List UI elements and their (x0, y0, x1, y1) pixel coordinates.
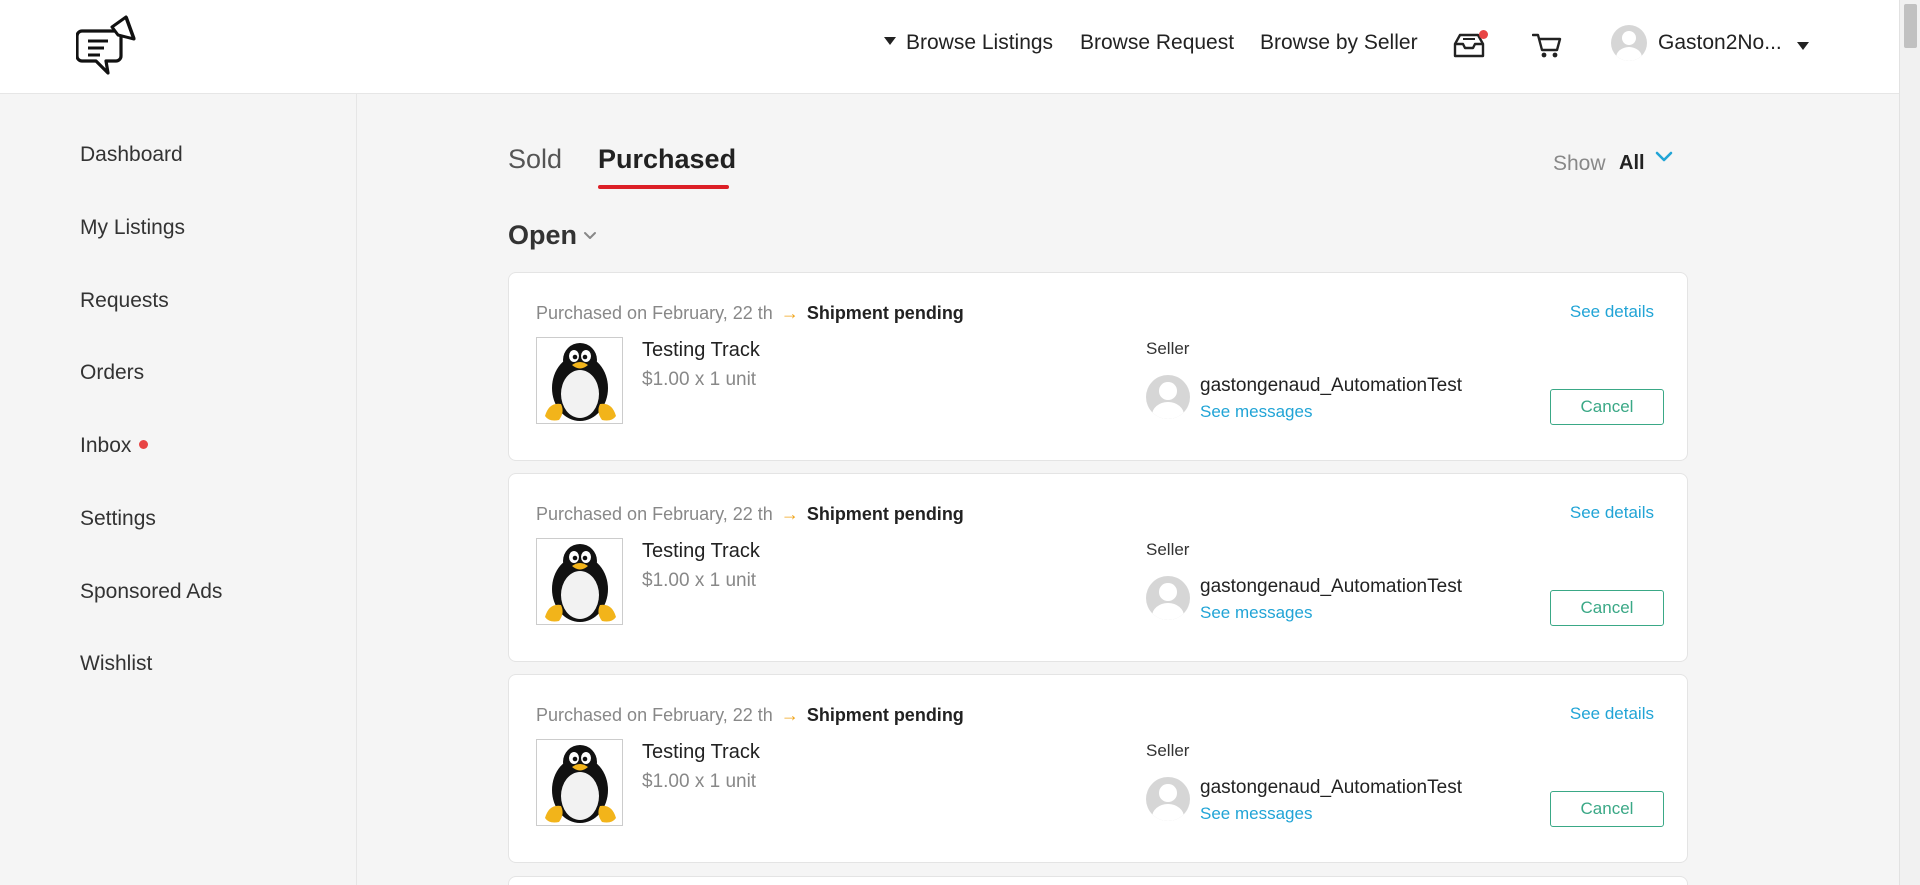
tab-sold[interactable]: Sold (508, 144, 562, 175)
sidebar-item-dashboard[interactable]: Dashboard (80, 143, 183, 167)
item-price: $1.00 x 1 unit (642, 369, 757, 390)
cancel-order-button[interactable]: Cancel (1550, 791, 1664, 827)
order-card-partial (508, 876, 1688, 885)
seller-avatar[interactable] (1146, 375, 1190, 419)
arrow-right-icon: → (780, 504, 799, 524)
seller-avatar[interactable] (1146, 576, 1190, 620)
sidebar: Dashboard My Listings Requests Orders In… (0, 94, 357, 885)
see-messages-link[interactable]: See messages (1200, 603, 1312, 623)
inbox-notification-dot (1479, 30, 1488, 39)
seller-name[interactable]: gastongenaud_AutomationTest (1200, 576, 1462, 598)
seller-label: Seller (1146, 540, 1190, 559)
sidebar-item-label: Inbox (80, 434, 132, 457)
caret-down-icon (1797, 41, 1809, 50)
penguin-image-icon (545, 343, 616, 421)
order-date-status: Purchased on February, 22 th → Shipment pe… (536, 303, 964, 324)
order-date: Purchased on February, 22 th (536, 705, 773, 725)
megaphone-chat-logo-icon[interactable] (75, 13, 138, 79)
show-filter-label: Show (1553, 152, 1606, 175)
browse-listings-dropdown[interactable]: Browse Listings (884, 31, 1053, 55)
item-price: $1.00 x 1 unit (642, 570, 757, 591)
sidebar-item-sponsored-ads[interactable]: Sponsored Ads (80, 580, 222, 604)
see-messages-link[interactable]: See messages (1200, 402, 1312, 422)
arrow-right-icon: → (780, 705, 799, 725)
cancel-order-button[interactable]: Cancel (1550, 389, 1664, 425)
browse-listings-label: Browse Listings (906, 31, 1054, 54)
user-avatar[interactable] (1611, 25, 1647, 61)
sidebar-item-requests[interactable]: Requests (80, 289, 169, 313)
active-tab-underline (598, 185, 729, 189)
scrollbar-thumb[interactable] (1904, 4, 1917, 48)
order-card: Purchased on February, 22 th → Shipment pe… (508, 473, 1688, 662)
sidebar-item-orders[interactable]: Orders (80, 361, 144, 385)
user-menu-caret-down-icon[interactable] (1797, 39, 1809, 57)
order-card: Purchased on February, 22 th → Shipment pe… (508, 674, 1688, 863)
seller-name[interactable]: gastongenaud_AutomationTest (1200, 777, 1462, 799)
order-date: Purchased on February, 22 th (536, 504, 773, 524)
username-label[interactable]: Gaston2No... (1658, 31, 1782, 55)
inbox-notification-dot (139, 439, 149, 449)
item-price: $1.00 x 1 unit (642, 771, 757, 792)
browse-request-link[interactable]: Browse Request (1080, 31, 1234, 55)
see-details-link[interactable]: See details (1570, 704, 1654, 724)
seller-avatar[interactable] (1146, 777, 1190, 821)
product-thumbnail[interactable] (536, 538, 623, 625)
order-date-status: Purchased on February, 22 th → Shipment pe… (536, 705, 964, 726)
see-details-link[interactable]: See details (1570, 302, 1654, 322)
order-date: Purchased on February, 22 th (536, 303, 773, 323)
sidebar-item-my-listings[interactable]: My Listings (80, 216, 185, 240)
caret-down-icon (884, 37, 896, 46)
seller-label: Seller (1146, 339, 1190, 358)
see-messages-link[interactable]: See messages (1200, 804, 1312, 824)
order-status: Shipment pending (806, 504, 964, 524)
browse-by-seller-link[interactable]: Browse by Seller (1260, 31, 1418, 55)
item-title[interactable]: Testing Track (642, 741, 760, 764)
order-date-status: Purchased on February, 22 th → Shipment pe… (536, 504, 964, 525)
see-details-link[interactable]: See details (1570, 503, 1654, 523)
section-open-toggle[interactable]: Open (508, 220, 597, 251)
top-navigation-bar: Browse Listings Browse Request Browse by… (0, 0, 1899, 94)
chevron-down-icon[interactable] (1655, 150, 1673, 169)
order-card: Purchased on February, 22 th → Shipment pe… (508, 272, 1688, 461)
penguin-image-icon (545, 544, 616, 622)
cancel-order-button[interactable]: Cancel (1550, 590, 1664, 626)
product-thumbnail[interactable] (536, 739, 623, 826)
sidebar-item-settings[interactable]: Settings (80, 507, 156, 531)
inbox-tray-icon[interactable] (1452, 30, 1488, 60)
sidebar-item-inbox[interactable]: Inbox (80, 434, 149, 458)
order-status: Shipment pending (806, 705, 964, 725)
item-title[interactable]: Testing Track (642, 339, 760, 362)
seller-label: Seller (1146, 741, 1190, 760)
shopping-cart-icon[interactable] (1531, 32, 1562, 60)
item-title[interactable]: Testing Track (642, 540, 760, 563)
order-status: Shipment pending (806, 303, 964, 323)
vertical-scrollbar[interactable] (1899, 0, 1920, 885)
chevron-down-icon (583, 217, 597, 248)
tab-purchased[interactable]: Purchased (598, 144, 736, 175)
seller-name[interactable]: gastongenaud_AutomationTest (1200, 375, 1462, 397)
show-filter-value[interactable]: All (1619, 152, 1645, 175)
sidebar-item-wishlist[interactable]: Wishlist (80, 652, 152, 676)
arrow-right-icon: → (780, 303, 799, 323)
product-thumbnail[interactable] (536, 337, 623, 424)
penguin-image-icon (545, 745, 616, 823)
section-title: Open (508, 220, 578, 250)
